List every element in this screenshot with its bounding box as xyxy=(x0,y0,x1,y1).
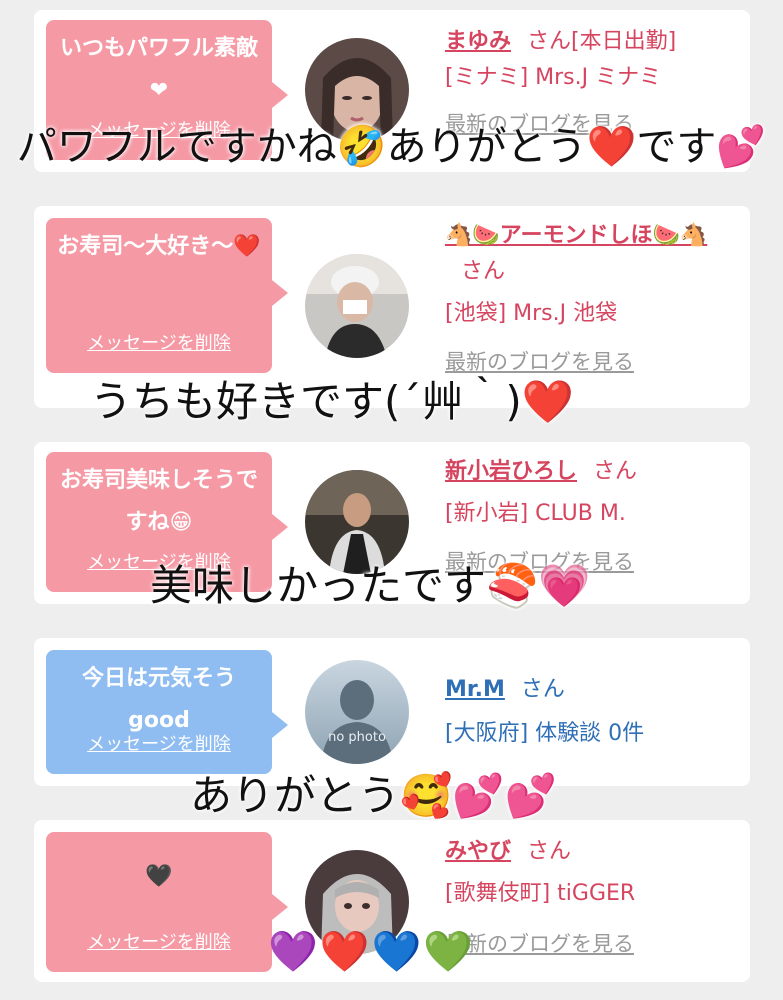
user-suffix: さん xyxy=(593,459,638,484)
user-name-link[interactable]: まゆみ xyxy=(445,29,511,54)
overlay-caption: うちも好きです(´艸｀)❤️ xyxy=(90,377,575,426)
user-name-link[interactable]: 新小岩ひろし xyxy=(445,459,577,484)
user-info: みやび さん [歌舞伎町] tiGGER 最新のブログを見る xyxy=(445,834,745,958)
user-shop: [池袋] Mrs.J 池袋 xyxy=(445,301,618,326)
user-name-link[interactable]: Mr.M xyxy=(445,677,505,702)
user-shop: [新小岩] CLUB M. xyxy=(445,501,626,526)
message-bubble: 🖤 メッセージを削除 xyxy=(46,832,288,972)
overlay-caption: パワフルですかね🤣ありがとう❤️です💕 xyxy=(16,124,767,170)
message-text: お寿司〜大好き〜❤️ xyxy=(57,234,261,259)
no-photo-label: no photo xyxy=(328,730,386,745)
overlay-hearts: 💜❤️💙💚 xyxy=(268,929,476,975)
user-suffix: さん xyxy=(520,677,565,702)
user-shop: [ミナミ] Mrs.J ミナミ xyxy=(445,65,662,90)
message-text: お寿司美味しそうですね😁 xyxy=(59,468,258,535)
user-suffix: さん xyxy=(527,839,572,864)
avatar[interactable]: no photo xyxy=(305,660,409,764)
user-name-link[interactable]: みやび xyxy=(445,839,511,864)
latest-blog-link[interactable]: 最新のブログを見る xyxy=(445,928,745,958)
user-info: 🐴🍉アーモンドしほ🍉🐴さん [池袋] Mrs.J 池袋 最新のブログを見る xyxy=(445,218,745,376)
user-info: まゆみ さん[本日出勤] [ミナミ] Mrs.J ミナミ 最新のブログを見る xyxy=(445,24,745,138)
user-shop: [歌舞伎町] tiGGER xyxy=(445,881,636,906)
delete-message-link[interactable]: メッセージを削除 xyxy=(46,922,272,964)
message-text: いつもパワフル素敵❤ xyxy=(59,36,258,103)
avatar[interactable] xyxy=(305,254,409,358)
delete-message-link[interactable]: メッセージを削除 xyxy=(46,724,272,766)
overlay-caption: ありがとう🥰💕💕 xyxy=(190,771,557,820)
delete-message-link[interactable]: メッセージを削除 xyxy=(46,323,272,365)
user-shop: [大阪府] 体験談 0件 xyxy=(445,721,645,746)
message-text: 🖤 xyxy=(145,864,173,889)
user-info: Mr.M さん [大阪府] 体験談 0件 xyxy=(445,672,745,752)
message-bubble: 今日は元気そうgood メッセージを削除 xyxy=(46,650,288,774)
message-bubble: お寿司〜大好き〜❤️ メッセージを削除 xyxy=(46,218,288,373)
overlay-caption: 美味しかったです🍣💗 xyxy=(150,561,591,610)
user-suffix: さん xyxy=(461,259,506,284)
user-name-link[interactable]: 🐴🍉アーモンドしほ🍉🐴 xyxy=(445,223,707,248)
user-suffix: さん[本日出勤] xyxy=(527,29,677,54)
